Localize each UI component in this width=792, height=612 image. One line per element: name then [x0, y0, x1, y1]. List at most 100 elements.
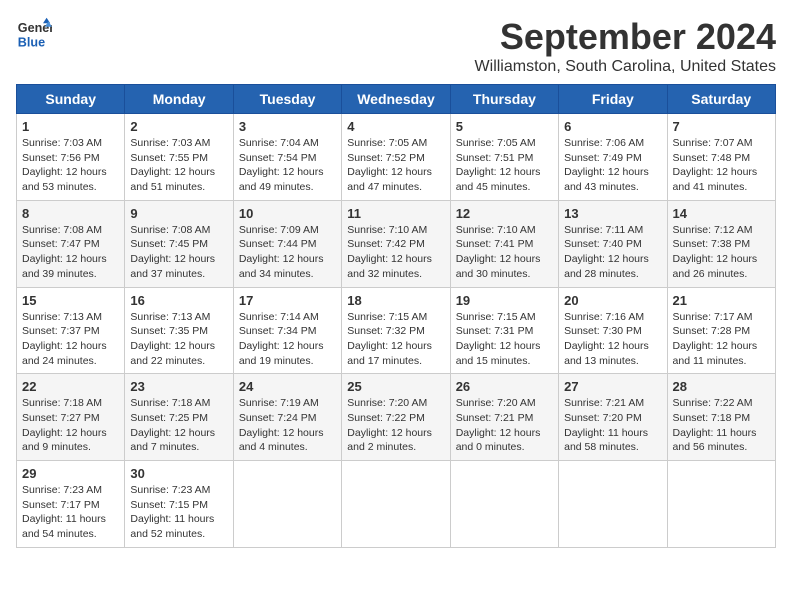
calendar-cell: 3 Sunrise: 7:04 AMSunset: 7:54 PMDaylight…: [233, 114, 341, 201]
day-info: Sunrise: 7:08 AMSunset: 7:45 PMDaylight:…: [130, 223, 227, 282]
day-info: Sunrise: 7:23 AMSunset: 7:17 PMDaylight:…: [22, 483, 119, 542]
calendar-cell: 10Sunrise: 7:09 AMSunset: 7:44 PMDayligh…: [233, 200, 341, 287]
calendar-cell: 21 Sunrise: 7:17 AMSunset: 7:28 PMDayligh…: [667, 287, 775, 374]
calendar-cell: 28 Sunrise: 7:22 AMSunset: 7:18 PMDayligh…: [667, 374, 775, 461]
day-info: Sunrise: 7:04 AMSunset: 7:54 PMDaylight:…: [239, 136, 336, 195]
day-number: 23: [130, 379, 227, 394]
day-info: Sunrise: 7:22 AMSunset: 7:18 PMDaylight:…: [673, 396, 770, 455]
weekday-header-thursday: Thursday: [450, 85, 558, 114]
day-info: Sunrise: 7:23 AMSunset: 7:15 PMDaylight:…: [130, 483, 227, 542]
day-number: 4: [347, 119, 444, 134]
calendar-cell: 19Sunrise: 7:15 AMSunset: 7:31 PMDayligh…: [450, 287, 558, 374]
day-number: 7: [673, 119, 770, 134]
day-info: Sunrise: 7:21 AMSunset: 7:20 PMDaylight:…: [564, 396, 661, 455]
day-info: Sunrise: 7:11 AMSunset: 7:40 PMDaylight:…: [564, 223, 661, 282]
svg-text:General: General: [18, 21, 52, 35]
day-number: 21: [673, 293, 770, 308]
weekday-header-wednesday: Wednesday: [342, 85, 450, 114]
weekday-header-friday: Friday: [559, 85, 667, 114]
day-number: 16: [130, 293, 227, 308]
day-number: 14: [673, 206, 770, 221]
logo: General Blue: [16, 16, 52, 52]
calendar-week-row: 29Sunrise: 7:23 AMSunset: 7:17 PMDayligh…: [17, 461, 776, 548]
calendar-cell: [233, 461, 341, 548]
month-title: September 2024: [475, 16, 776, 58]
day-info: Sunrise: 7:09 AMSunset: 7:44 PMDaylight:…: [239, 223, 336, 282]
calendar-cell: 23Sunrise: 7:18 AMSunset: 7:25 PMDayligh…: [125, 374, 233, 461]
day-number: 27: [564, 379, 661, 394]
day-number: 26: [456, 379, 553, 394]
day-number: 19: [456, 293, 553, 308]
day-number: 24: [239, 379, 336, 394]
weekday-header-tuesday: Tuesday: [233, 85, 341, 114]
day-number: 25: [347, 379, 444, 394]
calendar-cell: 8Sunrise: 7:08 AMSunset: 7:47 PMDaylight…: [17, 200, 125, 287]
day-number: 22: [22, 379, 119, 394]
day-info: Sunrise: 7:03 AMSunset: 7:56 PMDaylight:…: [22, 136, 119, 195]
calendar-cell: [667, 461, 775, 548]
weekday-header-row: SundayMondayTuesdayWednesdayThursdayFrid…: [17, 85, 776, 114]
day-number: 17: [239, 293, 336, 308]
day-info: Sunrise: 7:10 AMSunset: 7:41 PMDaylight:…: [456, 223, 553, 282]
day-number: 3: [239, 119, 336, 134]
day-number: 11: [347, 206, 444, 221]
day-info: Sunrise: 7:13 AMSunset: 7:37 PMDaylight:…: [22, 310, 119, 369]
day-info: Sunrise: 7:17 AMSunset: 7:28 PMDaylight:…: [673, 310, 770, 369]
calendar-table: SundayMondayTuesdayWednesdayThursdayFrid…: [16, 84, 776, 548]
page-header: General Blue September 2024 Williamston,…: [16, 16, 776, 76]
day-info: Sunrise: 7:07 AMSunset: 7:48 PMDaylight:…: [673, 136, 770, 195]
day-number: 5: [456, 119, 553, 134]
day-info: Sunrise: 7:05 AMSunset: 7:51 PMDaylight:…: [456, 136, 553, 195]
calendar-cell: 6 Sunrise: 7:06 AMSunset: 7:49 PMDaylight…: [559, 114, 667, 201]
day-info: Sunrise: 7:05 AMSunset: 7:52 PMDaylight:…: [347, 136, 444, 195]
calendar-cell: 15 Sunrise: 7:13 AMSunset: 7:37 PMDayligh…: [17, 287, 125, 374]
calendar-cell: 27 Sunrise: 7:21 AMSunset: 7:20 PMDayligh…: [559, 374, 667, 461]
day-info: Sunrise: 7:16 AMSunset: 7:30 PMDaylight:…: [564, 310, 661, 369]
day-info: Sunrise: 7:20 AMSunset: 7:22 PMDaylight:…: [347, 396, 444, 455]
location-title: Williamston, South Carolina, United Stat…: [475, 58, 776, 76]
calendar-cell: 17Sunrise: 7:14 AMSunset: 7:34 PMDayligh…: [233, 287, 341, 374]
day-info: Sunrise: 7:12 AMSunset: 7:38 PMDaylight:…: [673, 223, 770, 282]
day-number: 9: [130, 206, 227, 221]
calendar-cell: 11 Sunrise: 7:10 AMSunset: 7:42 PMDayligh…: [342, 200, 450, 287]
day-number: 15: [22, 293, 119, 308]
day-number: 30: [130, 466, 227, 481]
calendar-cell: 26Sunrise: 7:20 AMSunset: 7:21 PMDayligh…: [450, 374, 558, 461]
calendar-cell: 24 Sunrise: 7:19 AMSunset: 7:24 PMDayligh…: [233, 374, 341, 461]
calendar-cell: 22 Sunrise: 7:18 AMSunset: 7:27 PMDayligh…: [17, 374, 125, 461]
calendar-cell: 29Sunrise: 7:23 AMSunset: 7:17 PMDayligh…: [17, 461, 125, 548]
day-number: 28: [673, 379, 770, 394]
day-info: Sunrise: 7:06 AMSunset: 7:49 PMDaylight:…: [564, 136, 661, 195]
day-number: 6: [564, 119, 661, 134]
day-info: Sunrise: 7:18 AMSunset: 7:27 PMDaylight:…: [22, 396, 119, 455]
day-number: 18: [347, 293, 444, 308]
calendar-cell: 25 Sunrise: 7:20 AMSunset: 7:22 PMDayligh…: [342, 374, 450, 461]
calendar-cell: 4 Sunrise: 7:05 AMSunset: 7:52 PMDaylight…: [342, 114, 450, 201]
calendar-cell: 2Sunrise: 7:03 AMSunset: 7:55 PMDaylight…: [125, 114, 233, 201]
day-number: 2: [130, 119, 227, 134]
weekday-header-monday: Monday: [125, 85, 233, 114]
day-number: 1: [22, 119, 119, 134]
calendar-cell: 7 Sunrise: 7:07 AMSunset: 7:48 PMDaylight…: [667, 114, 775, 201]
calendar-cell: [559, 461, 667, 548]
svg-text:Blue: Blue: [18, 36, 45, 50]
calendar-cell: [450, 461, 558, 548]
logo-icon: General Blue: [16, 16, 52, 52]
day-info: Sunrise: 7:10 AMSunset: 7:42 PMDaylight:…: [347, 223, 444, 282]
day-number: 13: [564, 206, 661, 221]
day-number: 12: [456, 206, 553, 221]
day-info: Sunrise: 7:15 AMSunset: 7:32 PMDaylight:…: [347, 310, 444, 369]
calendar-cell: 12 Sunrise: 7:10 AMSunset: 7:41 PMDayligh…: [450, 200, 558, 287]
calendar-cell: 30 Sunrise: 7:23 AMSunset: 7:15 PMDayligh…: [125, 461, 233, 548]
day-number: 20: [564, 293, 661, 308]
calendar-cell: 16Sunrise: 7:13 AMSunset: 7:35 PMDayligh…: [125, 287, 233, 374]
calendar-week-row: 8Sunrise: 7:08 AMSunset: 7:47 PMDaylight…: [17, 200, 776, 287]
weekday-header-saturday: Saturday: [667, 85, 775, 114]
calendar-cell: 5 Sunrise: 7:05 AMSunset: 7:51 PMDaylight…: [450, 114, 558, 201]
day-info: Sunrise: 7:19 AMSunset: 7:24 PMDaylight:…: [239, 396, 336, 455]
calendar-week-row: 22 Sunrise: 7:18 AMSunset: 7:27 PMDayligh…: [17, 374, 776, 461]
calendar-cell: 14 Sunrise: 7:12 AMSunset: 7:38 PMDayligh…: [667, 200, 775, 287]
calendar-cell: [342, 461, 450, 548]
calendar-cell: 18 Sunrise: 7:15 AMSunset: 7:32 PMDayligh…: [342, 287, 450, 374]
day-info: Sunrise: 7:08 AMSunset: 7:47 PMDaylight:…: [22, 223, 119, 282]
